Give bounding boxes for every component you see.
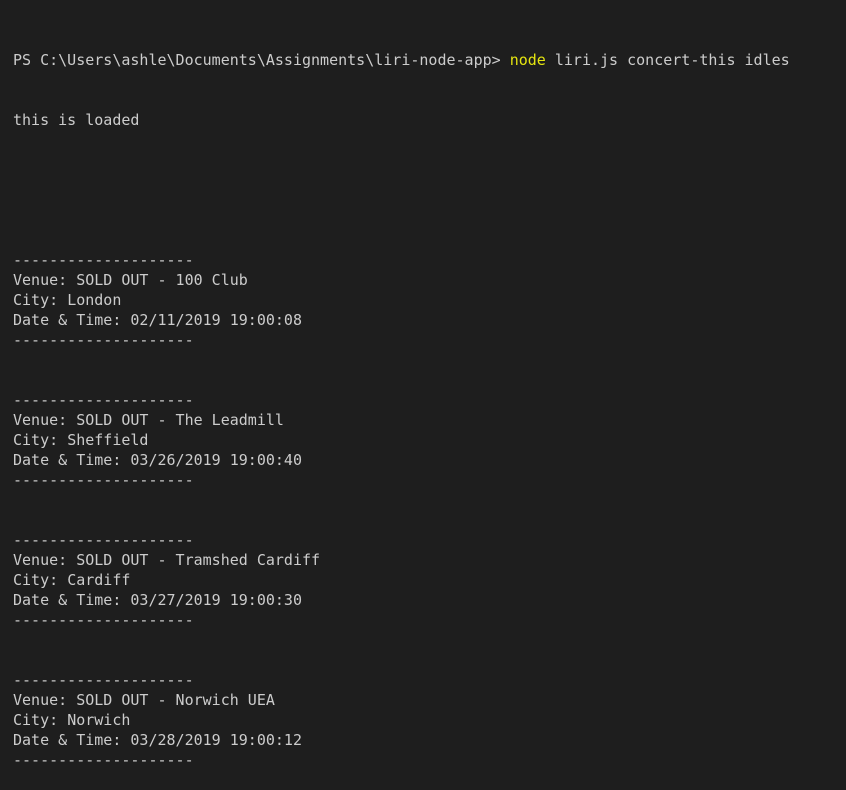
city-line: City: London bbox=[13, 290, 838, 310]
city-line-value: Cardiff bbox=[67, 571, 131, 589]
separator-top: -------------------- bbox=[13, 671, 194, 689]
venue-line-prefix: Venue: bbox=[13, 271, 77, 289]
event-block: -------------------- Venue: SOLD OUT - Th… bbox=[13, 390, 838, 530]
venue-line: Venue: SOLD OUT - The Leadmill bbox=[13, 410, 838, 430]
datetime-line-prefix: Date & Time: bbox=[13, 731, 131, 749]
venue-line: Venue: SOLD OUT - 100 Club bbox=[13, 270, 838, 290]
datetime-line-prefix: Date & Time: bbox=[13, 451, 131, 469]
city-line: City: Norwich bbox=[13, 710, 838, 730]
datetime-line: Date & Time: 03/27/2019 19:00:30 bbox=[13, 590, 838, 610]
separator-top: -------------------- bbox=[13, 251, 194, 269]
city-line-value: Sheffield bbox=[67, 431, 149, 449]
venue-line-value: SOLD OUT - 100 Club bbox=[76, 271, 248, 289]
prompt: PS C:\Users\ashle\Documents\Assignments\… bbox=[13, 51, 510, 69]
venue-line-value: SOLD OUT - Tramshed Cardiff bbox=[76, 551, 321, 569]
datetime-line: Date & Time: 03/26/2019 19:00:40 bbox=[13, 450, 838, 470]
venue-line-value: SOLD OUT - Norwich UEA bbox=[76, 691, 275, 709]
venue-line-prefix: Venue: bbox=[13, 691, 77, 709]
datetime-line-value: 03/27/2019 19:00:30 bbox=[130, 591, 302, 609]
datetime-line: Date & Time: 03/28/2019 19:00:12 bbox=[13, 730, 838, 750]
datetime-line-value: 03/28/2019 19:00:12 bbox=[130, 731, 302, 749]
event-block: -------------------- Venue: SOLD OUT - 10… bbox=[13, 250, 838, 390]
separator-bottom: -------------------- bbox=[13, 331, 194, 349]
city-line-value: Norwich bbox=[67, 711, 131, 729]
venue-line: Venue: SOLD OUT - Norwich UEA bbox=[13, 690, 838, 710]
event-block: -------------------- Venue: SOLD OUT - Tr… bbox=[13, 530, 838, 670]
command-line: PS C:\Users\ashle\Documents\Assignments\… bbox=[13, 50, 838, 70]
city-line: City: Cardiff bbox=[13, 570, 838, 590]
city-line-prefix: City: bbox=[13, 571, 68, 589]
command-args: liri.js concert-this idles bbox=[545, 51, 790, 69]
separator-bottom: -------------------- bbox=[13, 751, 194, 769]
datetime-line-prefix: Date & Time: bbox=[13, 591, 131, 609]
venue-line-value: SOLD OUT - The Leadmill bbox=[76, 411, 284, 429]
event-list: -------------------- Venue: SOLD OUT - 10… bbox=[13, 250, 838, 770]
datetime-line-value: 03/26/2019 19:00:40 bbox=[130, 451, 302, 469]
city-line-prefix: City: bbox=[13, 431, 68, 449]
command-keyword: node bbox=[509, 51, 546, 69]
separator-top: -------------------- bbox=[13, 391, 194, 409]
separator-bottom: -------------------- bbox=[13, 611, 194, 629]
separator-top: -------------------- bbox=[13, 531, 194, 549]
terminal-output[interactable]: PS C:\Users\ashle\Documents\Assignments\… bbox=[13, 10, 838, 790]
datetime-line-value: 02/11/2019 19:00:08 bbox=[130, 311, 302, 329]
output-loaded-line: this is loaded bbox=[13, 111, 140, 129]
event-block: -------------------- Venue: SOLD OUT - No… bbox=[13, 670, 838, 770]
datetime-line-prefix: Date & Time: bbox=[13, 311, 131, 329]
separator-bottom: -------------------- bbox=[13, 471, 194, 489]
venue-line-prefix: Venue: bbox=[13, 411, 77, 429]
city-line-prefix: City: bbox=[13, 711, 68, 729]
venue-line-prefix: Venue: bbox=[13, 551, 77, 569]
city-line-prefix: City: bbox=[13, 291, 68, 309]
city-line-value: London bbox=[67, 291, 122, 309]
city-line: City: Sheffield bbox=[13, 430, 838, 450]
venue-line: Venue: SOLD OUT - Tramshed Cardiff bbox=[13, 550, 838, 570]
datetime-line: Date & Time: 02/11/2019 19:00:08 bbox=[13, 310, 838, 330]
